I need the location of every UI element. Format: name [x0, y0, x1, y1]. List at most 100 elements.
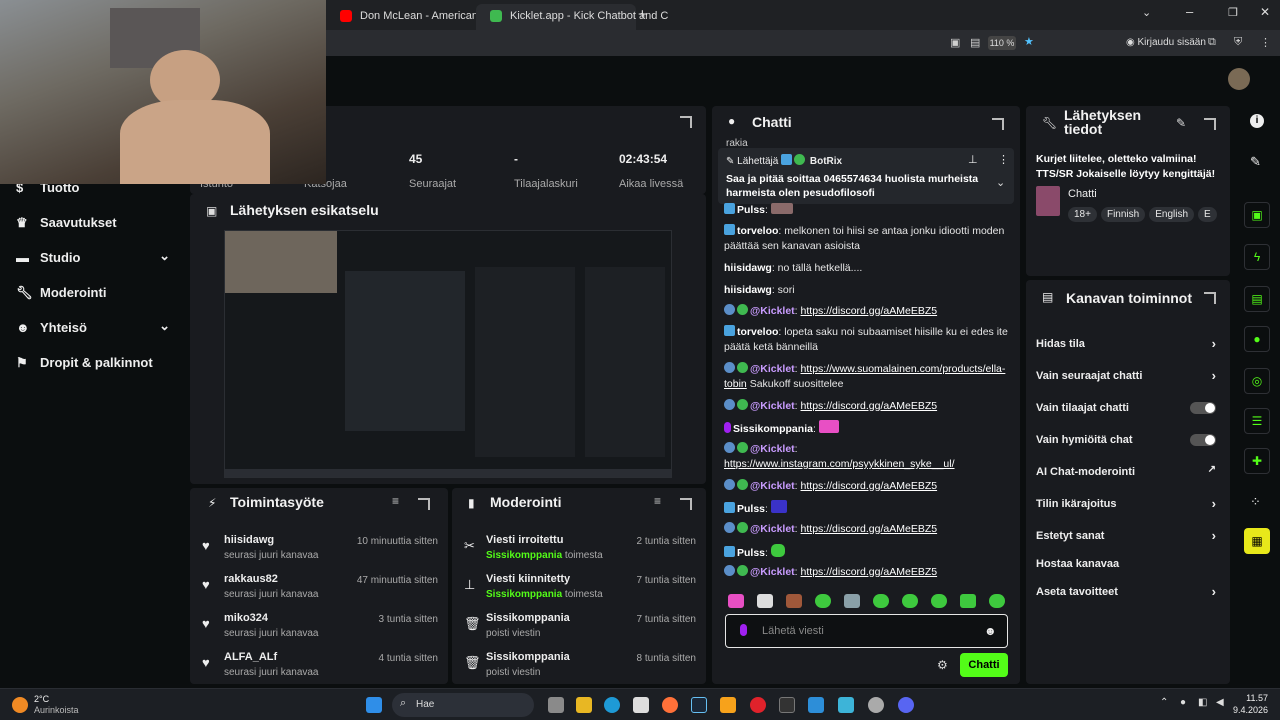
- clapper-tool-icon[interactable]: ▦: [1244, 528, 1270, 554]
- apps-icon[interactable]: ⁘: [1250, 494, 1261, 510]
- info-icon[interactable]: i: [1250, 114, 1264, 128]
- edit-icon[interactable]: ✎: [1176, 116, 1186, 130]
- vlc-icon[interactable]: [720, 697, 736, 713]
- emote-icon[interactable]: [844, 594, 860, 608]
- terminal-icon[interactable]: [779, 697, 795, 713]
- filter-icon[interactable]: ≡: [392, 494, 399, 508]
- emote-icon[interactable]: [960, 594, 976, 608]
- emote-icon[interactable]: [815, 594, 831, 608]
- maximize-button[interactable]: ❐: [1228, 6, 1238, 19]
- subscribers-only-toggle[interactable]: [1190, 402, 1216, 414]
- action-hidas-tila[interactable]: Hidas tila ›: [1036, 336, 1216, 351]
- microphone-icon[interactable]: [740, 624, 747, 636]
- chat-link[interactable]: https://discord.gg/aAMeEBZ5: [801, 523, 938, 535]
- chat-username[interactable]: @Kicklet: [750, 443, 795, 455]
- emote-only-toggle[interactable]: [1190, 434, 1216, 446]
- sidebar-item-moderointi[interactable]: 🔧︎ Moderointi: [16, 285, 106, 301]
- chat-username[interactable]: torveloo: [737, 225, 778, 237]
- chat-username[interactable]: hiisidawg: [724, 262, 772, 274]
- extensions-icon[interactable]: ⧉: [1208, 36, 1216, 49]
- store-icon[interactable]: [633, 697, 649, 713]
- emote-icon[interactable]: [757, 594, 773, 608]
- app-icon[interactable]: [808, 697, 824, 713]
- chat-username[interactable]: Sissikomppania: [733, 423, 813, 435]
- chat-username[interactable]: @Kicklet: [750, 523, 795, 535]
- chat-username[interactable]: torveloo: [737, 326, 778, 338]
- activity-user[interactable]: rakkaus82: [224, 573, 278, 585]
- moderator-name[interactable]: Sissikomppania: [486, 589, 562, 600]
- chat-username[interactable]: @Kicklet: [750, 480, 795, 492]
- firefox-icon[interactable]: [662, 697, 678, 713]
- chat-username[interactable]: @Kicklet: [750, 400, 795, 412]
- sidebar-item-dropit[interactable]: ⚑ Dropit & palkinnot: [16, 355, 153, 371]
- expand-icon[interactable]: [680, 498, 692, 510]
- shield-icon[interactable]: ⛨: [1234, 36, 1242, 49]
- expand-icon[interactable]: [1204, 292, 1216, 304]
- chat-username[interactable]: @Kicklet: [750, 305, 795, 317]
- new-tab-button[interactable]: +: [638, 6, 647, 23]
- tag[interactable]: English: [1149, 207, 1195, 222]
- opera-icon[interactable]: [750, 697, 766, 713]
- action-estetyt-sanat[interactable]: Estetyt sanat ›: [1036, 528, 1216, 543]
- chat-username[interactable]: @Kicklet: [750, 566, 795, 578]
- steam-icon[interactable]: [691, 697, 707, 713]
- tag[interactable]: Finnish: [1100, 207, 1146, 222]
- lightning-tool-icon[interactable]: ϟ: [1244, 244, 1270, 270]
- broadcast-tool-icon[interactable]: ◎: [1244, 368, 1270, 394]
- pencil-icon[interactable]: ✎: [1250, 154, 1261, 170]
- picture-in-picture-icon[interactable]: ▣: [950, 36, 960, 49]
- more-options-icon[interactable]: ⋮: [998, 153, 1009, 166]
- chevron-down-icon[interactable]: ⌄: [996, 176, 1005, 189]
- wrench-tool-icon[interactable]: ✚: [1244, 448, 1270, 474]
- filter-icon[interactable]: ≡: [654, 494, 661, 508]
- zoom-level[interactable]: 110 %: [988, 36, 1016, 50]
- chat-username[interactable]: hiisidawg: [724, 284, 772, 296]
- chat-username[interactable]: Pulss: [737, 547, 765, 559]
- browser-tab-kicklet[interactable]: Kicklet.app - Kick Chatbot and C: [476, 4, 668, 30]
- pinned-sender[interactable]: BotRix: [810, 156, 842, 167]
- emote-icon[interactable]: [786, 594, 802, 608]
- browser-tab-youtube[interactable]: Don McLean - American Pie (Ly: [326, 4, 515, 30]
- sidebar-item-yhteiso[interactable]: ☻ Yhteisö ⌄: [16, 318, 170, 335]
- tab-list-icon[interactable]: ⌄: [1142, 6, 1151, 19]
- emoji-icon[interactable]: ☻: [984, 624, 997, 638]
- expand-icon[interactable]: [992, 118, 1004, 130]
- activity-user[interactable]: ALFA_ALf: [224, 651, 277, 663]
- file-explorer-icon[interactable]: [576, 697, 592, 713]
- expand-icon[interactable]: [1204, 118, 1216, 130]
- weather-icon[interactable]: [12, 697, 28, 713]
- activity-user[interactable]: hiisidawg: [224, 534, 274, 546]
- minimize-button[interactable]: –: [1186, 4, 1193, 19]
- obs-icon[interactable]: [868, 697, 884, 713]
- chat-username[interactable]: Pulss: [737, 204, 765, 216]
- action-ai-moderointi[interactable]: AI Chat-moderointi ↗: [1036, 464, 1216, 478]
- emote-icon[interactable]: [989, 594, 1005, 608]
- task-view-icon[interactable]: [548, 697, 564, 713]
- login-button[interactable]: ◉ Kirjaudu sisään: [1126, 37, 1206, 48]
- discord-icon[interactable]: [898, 697, 914, 713]
- emote-icon[interactable]: [931, 594, 947, 608]
- unpin-button[interactable]: ⊥: [968, 153, 978, 166]
- moderation-action[interactable]: Sissikomppania: [486, 612, 570, 624]
- menu-dots-icon[interactable]: ⋮: [1260, 36, 1271, 49]
- emote-icon[interactable]: [728, 594, 744, 608]
- close-window-button[interactable]: ✕: [1260, 5, 1270, 19]
- action-seuraajat[interactable]: Vain seuraajat chatti ›: [1036, 368, 1216, 383]
- action-ikaraja[interactable]: Tilin ikärajoitus ›: [1036, 496, 1216, 511]
- expand-icon[interactable]: [680, 116, 692, 128]
- clock-date[interactable]: 9.4.2026: [1232, 705, 1268, 715]
- volume-icon[interactable]: ◀: [1216, 697, 1224, 708]
- chat-tool-icon[interactable]: ●: [1244, 326, 1270, 352]
- chat-link[interactable]: https://discord.gg/aAMeEBZ5: [801, 305, 938, 317]
- category-name[interactable]: Chatti: [1068, 188, 1097, 200]
- tag[interactable]: 18+: [1068, 207, 1097, 222]
- tray-chevron-icon[interactable]: ⌃: [1160, 697, 1168, 708]
- chat-link[interactable]: https://www.instagram.com/psyykkinen_syk…: [724, 458, 955, 470]
- stream-preview-video[interactable]: [224, 230, 672, 478]
- chat-username[interactable]: Pulss: [737, 503, 765, 515]
- action-tavoitteet[interactable]: Aseta tavoitteet ›: [1036, 584, 1216, 599]
- microphone-tray-icon[interactable]: ●: [1180, 697, 1186, 708]
- camera-tool-icon[interactable]: ▣: [1244, 202, 1270, 228]
- avatar[interactable]: [1228, 68, 1250, 90]
- moderation-action[interactable]: Sissikomppania: [486, 651, 570, 663]
